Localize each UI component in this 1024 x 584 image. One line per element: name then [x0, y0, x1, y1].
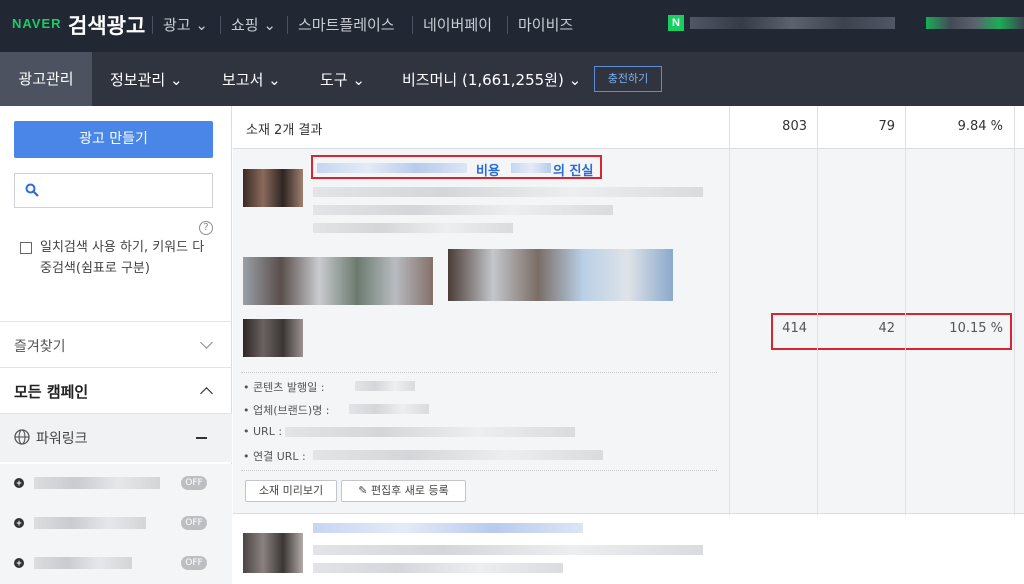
nav-ad[interactable]: 광고 ⌄	[163, 14, 208, 35]
column-divider	[729, 106, 730, 579]
total-impressions: 803	[782, 119, 807, 134]
nav-mybiz[interactable]: 마이비즈	[518, 14, 573, 35]
search-icon	[25, 183, 39, 197]
blurred-group-name	[34, 517, 146, 529]
search-ad-title[interactable]: 검색광고	[68, 10, 145, 40]
powerlink-label: 파워링크	[36, 431, 88, 447]
blurred-value	[349, 404, 429, 414]
divider	[241, 372, 717, 373]
tab-bizmoney[interactable]: 비즈머니 (1,661,255원) ⌄	[402, 69, 581, 90]
tab-reports[interactable]: 보고서 ⌄	[222, 69, 281, 90]
ad-thumbnail	[243, 319, 303, 357]
naver-n-icon: N	[668, 15, 684, 31]
exact-match-checkbox[interactable]	[20, 242, 32, 254]
sub-nav-bar: 광고관리 정보관리 ⌄ 보고서 ⌄ 도구 ⌄ 비즈머니 (1,661,255원)…	[0, 52, 1024, 106]
ad-title-word[interactable]: 비용	[476, 160, 500, 179]
blurred-title	[313, 523, 583, 533]
charge-button[interactable]: 충전하기	[594, 66, 662, 92]
sidebar: 광고 만들기 ? 일치검색 사용 하기, 키워드 다중검색(쉼표로 구분) 즐겨…	[0, 106, 232, 584]
blurred-group-name	[34, 477, 160, 489]
nav-shopping[interactable]: 쇼핑 ⌄	[231, 14, 276, 35]
blurred-account-info	[690, 17, 895, 29]
nav-divider	[287, 16, 288, 34]
ad-title-word[interactable]: 의 진실	[553, 160, 593, 179]
off-toggle[interactable]: OFF	[181, 516, 207, 530]
info-brand: • 업체(브랜드)명 :	[243, 404, 330, 417]
nav-divider	[412, 16, 413, 34]
edit-register-button[interactable]: ✎ 편집후 새로 등록	[341, 480, 466, 502]
blurred-title	[317, 163, 467, 173]
tab-tools[interactable]: 도구 ⌄	[320, 69, 365, 90]
ad-group-row[interactable]: + OFF	[0, 464, 232, 504]
blurred-description	[313, 205, 613, 215]
powerlink-row[interactable]: 파워링크	[0, 414, 232, 462]
total-clicks: 79	[878, 119, 895, 134]
exact-match-label: 일치검색 사용 하기, 키워드 다중검색(쉼표로 구분)	[40, 240, 205, 276]
favorites-label: 즐겨찾기	[14, 339, 66, 355]
info-url: • URL :	[243, 425, 283, 438]
all-campaigns-label: 모든 캠페인	[14, 383, 89, 401]
ad-group-row[interactable]: + OFF	[0, 544, 232, 584]
column-divider	[905, 106, 906, 579]
blurred-title	[511, 163, 551, 173]
blurred-value	[313, 450, 603, 460]
help-icon[interactable]: ?	[199, 221, 213, 235]
total-ctr: 9.84 %	[957, 119, 1003, 134]
preview-button[interactable]: 소재 미리보기	[245, 480, 337, 502]
expand-icon[interactable]: +	[14, 558, 24, 568]
blurred-description	[313, 563, 563, 573]
column-divider	[817, 106, 818, 579]
ad-thumbnail	[243, 169, 303, 207]
row-clicks: 42	[878, 321, 895, 336]
nav-divider	[220, 16, 221, 34]
blurred-description	[313, 545, 703, 555]
row-impressions: 414	[782, 321, 807, 336]
blurred-group-name	[34, 557, 132, 569]
info-publish-date: • 콘텐츠 발행일 :	[243, 381, 325, 394]
globe-icon	[14, 429, 30, 445]
chevron-up-icon	[200, 387, 213, 400]
favorites-row[interactable]: 즐겨찾기	[0, 321, 232, 368]
off-toggle[interactable]: OFF	[181, 556, 207, 570]
ad-image-strip	[448, 249, 673, 301]
top-bar: NAVER 검색광고 광고 ⌄ 쇼핑 ⌄ 스마트플레이스 네이버페이 마이비즈 …	[0, 0, 1024, 52]
tab-info-management[interactable]: 정보관리 ⌄	[110, 69, 183, 90]
nav-divider	[152, 16, 153, 34]
nav-divider	[507, 16, 508, 34]
expand-icon[interactable]: +	[14, 478, 24, 488]
expand-icon[interactable]: +	[14, 518, 24, 528]
blurred-description	[313, 187, 703, 197]
nav-smartplace[interactable]: 스마트플레이스	[298, 14, 395, 35]
nav-naverpay[interactable]: 네이버페이	[423, 14, 492, 35]
chevron-down-icon	[200, 336, 213, 349]
blurred-value	[355, 381, 415, 391]
search-input[interactable]	[14, 173, 213, 208]
blurred-description	[313, 223, 513, 233]
create-ad-button[interactable]: 광고 만들기	[14, 121, 213, 158]
column-divider	[1014, 106, 1015, 579]
naver-logo[interactable]: NAVER	[12, 16, 62, 31]
ad-image-strip	[243, 257, 433, 305]
blurred-user-info[interactable]	[926, 17, 1024, 29]
row-ctr: 10.15 %	[949, 321, 1003, 336]
ad-table: 소재 2개 결과 803 79 9.84 % 비용 의 진실 414 42 10…	[233, 106, 1024, 579]
off-toggle[interactable]: OFF	[181, 476, 207, 490]
divider	[241, 470, 717, 471]
ad-group-row[interactable]: + OFF	[0, 504, 232, 544]
collapse-icon[interactable]	[196, 437, 207, 439]
ad-title-highlight: 비용 의 진실	[311, 155, 602, 179]
all-campaigns-row[interactable]: 모든 캠페인	[0, 368, 232, 414]
ad-thumbnail	[243, 533, 303, 573]
ad-item	[233, 515, 1024, 579]
info-landing-url: • 연결 URL :	[243, 450, 306, 463]
result-count: 소재 2개 결과	[246, 123, 323, 138]
blurred-value	[285, 427, 575, 437]
tab-ad-management[interactable]: 광고관리	[0, 52, 92, 106]
